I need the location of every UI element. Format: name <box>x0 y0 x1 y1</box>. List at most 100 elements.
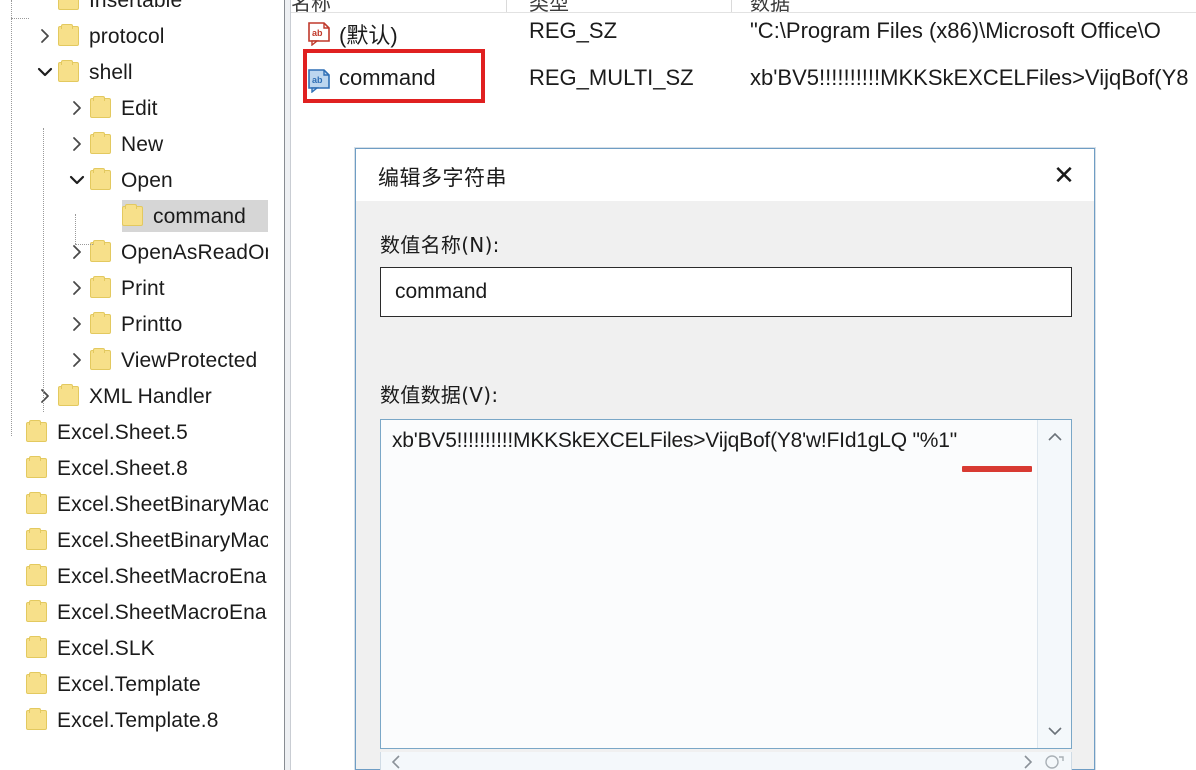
scroll-down-icon[interactable] <box>1038 716 1072 746</box>
tree-item-openasreadonl[interactable]: OpenAsReadOnl <box>66 234 268 270</box>
chevron-right-icon[interactable] <box>66 90 88 126</box>
tree-item-label: Excel.Sheet.5 <box>57 420 188 444</box>
scroll-right-icon[interactable] <box>1015 753 1041 770</box>
folder-icon <box>24 600 50 624</box>
tree-item-new[interactable]: New <box>66 126 163 162</box>
tree-item-shell[interactable]: shell <box>34 54 133 90</box>
scroll-up-icon[interactable] <box>1038 422 1072 452</box>
chevron-right-icon[interactable] <box>66 306 88 342</box>
tree-item-label: ViewProtected <box>121 348 258 372</box>
value-data-text: xb'BV5!!!!!!!!!!MKKSkEXCELFiles>VijqBof(… <box>392 429 957 452</box>
tree-expander-placeholder <box>2 486 24 522</box>
textarea-horizontal-scrollbar[interactable] <box>380 752 1072 770</box>
annotation-highlight-box <box>303 49 485 103</box>
textarea-vertical-scrollbar[interactable] <box>1037 420 1071 748</box>
tree-item-printto[interactable]: Printto <box>66 306 182 342</box>
folder-icon <box>88 312 114 336</box>
annotation-underline <box>962 466 1032 472</box>
tree-item-print[interactable]: Print <box>66 270 165 306</box>
tree-expander-placeholder <box>2 450 24 486</box>
folder-icon <box>24 708 50 732</box>
tree-item-xml-handler[interactable]: XML Handler <box>34 378 212 414</box>
value-name-input[interactable]: command <box>380 267 1072 317</box>
chevron-right-icon[interactable] <box>66 126 88 162</box>
tree-item-label: protocol <box>89 24 165 48</box>
chevron-right-icon[interactable] <box>34 18 56 54</box>
chevron-right-icon[interactable] <box>66 270 88 306</box>
folder-icon <box>56 60 82 84</box>
value-data: "C:\Program Files (x86)\Microsoft Office… <box>750 18 1161 43</box>
ab-string-icon: ab <box>307 21 332 47</box>
tree-item-label: New <box>121 132 164 156</box>
tree-guide-line <box>75 244 93 245</box>
tree-item-excel-sheetbinarymac[interactable]: Excel.SheetBinaryMacı <box>2 522 268 558</box>
tree-item-excel-sheet-8[interactable]: Excel.Sheet.8 <box>2 450 188 486</box>
tree-item-label: XML Handler <box>89 384 212 408</box>
value-row[interactable]: ab (默认) REG_SZ "C:\Program Files (x86)\Micr… <box>291 12 1196 54</box>
value-data-textarea[interactable]: xb'BV5!!!!!!!!!!MKKSkEXCELFiles>VijqBof(… <box>380 419 1072 749</box>
registry-key-tree[interactable]: Insertable protocol shell Edit New Open comman… <box>0 0 268 770</box>
tree-guide-line <box>43 128 44 412</box>
dialog-body: 数值名称(N): command 数值数据(V): xb'BV5!!!!!!!!… <box>356 201 1094 770</box>
tree-item-edit[interactable]: Edit <box>66 90 158 126</box>
tree-item-excel-slk[interactable]: Excel.SLK <box>2 630 155 666</box>
value-type: REG_MULTI_SZ <box>529 65 694 90</box>
scroll-left-icon[interactable] <box>383 753 409 770</box>
folder-icon <box>24 456 50 480</box>
chevron-right-icon[interactable] <box>66 342 88 378</box>
tree-item-excel-sheet-5[interactable]: Excel.Sheet.5 <box>2 414 188 450</box>
tree-item-excel-sheetbinarymac[interactable]: Excel.SheetBinaryMacı <box>2 486 268 522</box>
tree-expander-placeholder <box>2 414 24 450</box>
registry-editor-window: Insertable protocol shell Edit New Open comman… <box>0 0 1196 770</box>
folder-icon <box>24 420 50 444</box>
folder-icon <box>56 384 82 408</box>
tree-expander-placeholder <box>2 522 24 558</box>
folder-icon <box>88 132 114 156</box>
dialog-title: 编辑多字符串 <box>378 166 507 190</box>
tree-item-label: Insertable <box>89 0 183 12</box>
tree-item-excel-template-8[interactable]: Excel.Template.8 <box>2 702 219 738</box>
tree-item-label: Excel.Template.8 <box>57 708 219 732</box>
tree-item-insertable[interactable]: Insertable <box>34 0 182 18</box>
folder-icon <box>88 276 114 300</box>
tree-expander-placeholder <box>98 198 120 234</box>
chevron-right-icon[interactable] <box>66 234 88 270</box>
panel-gap <box>268 0 284 770</box>
tree-item-label: Edit <box>121 96 158 120</box>
tree-item-label: Excel.SheetBinaryMacı <box>57 528 268 552</box>
tree-item-excel-sheetmacroenab[interactable]: Excel.SheetMacroEnab <box>2 594 268 630</box>
folder-icon <box>120 204 146 228</box>
edit-multi-string-dialog: 编辑多字符串 ✕ 数值名称(N): command 数值数据(V): xb'BV… <box>355 148 1095 770</box>
value-name-label: 数值名称(N): <box>380 233 500 257</box>
value-name: (默认) <box>339 23 398 48</box>
tree-item-label: shell <box>89 60 133 84</box>
tree-item-protocol[interactable]: protocol <box>34 18 165 54</box>
close-icon[interactable]: ✕ <box>1034 149 1094 201</box>
tree-item-open[interactable]: Open <box>66 162 173 198</box>
panel-splitter[interactable] <box>284 0 285 770</box>
folder-icon <box>24 528 50 552</box>
tree-item-label: Excel.Template <box>57 672 201 696</box>
tree-item-excel-template[interactable]: Excel.Template <box>2 666 201 702</box>
folder-icon <box>24 672 50 696</box>
folder-icon <box>24 492 50 516</box>
folder-icon <box>88 348 114 372</box>
tree-item-command[interactable]: command <box>98 198 268 234</box>
tree-item-viewprotected[interactable]: ViewProtected <box>66 342 257 378</box>
tree-guide-line <box>11 0 12 436</box>
folder-icon <box>24 564 50 588</box>
tree-guide-line <box>75 214 76 244</box>
tree-item-label: Print <box>121 276 165 300</box>
tree-expander-placeholder <box>2 594 24 630</box>
dialog-titlebar[interactable]: 编辑多字符串 ✕ <box>356 149 1094 201</box>
tree-expander-placeholder <box>2 702 24 738</box>
tree-item-label: Excel.SheetBinaryMacı <box>57 492 268 516</box>
chevron-down-icon[interactable] <box>66 162 88 198</box>
resize-grip-icon[interactable] <box>1045 754 1067 770</box>
chevron-right-icon[interactable] <box>34 378 56 414</box>
tree-item-label: Printto <box>121 312 183 336</box>
tree-item-label: Excel.Sheet.8 <box>57 456 188 480</box>
folder-icon <box>56 0 82 12</box>
tree-item-excel-sheetmacroenab[interactable]: Excel.SheetMacroEnab <box>2 558 268 594</box>
chevron-down-icon[interactable] <box>34 54 56 90</box>
